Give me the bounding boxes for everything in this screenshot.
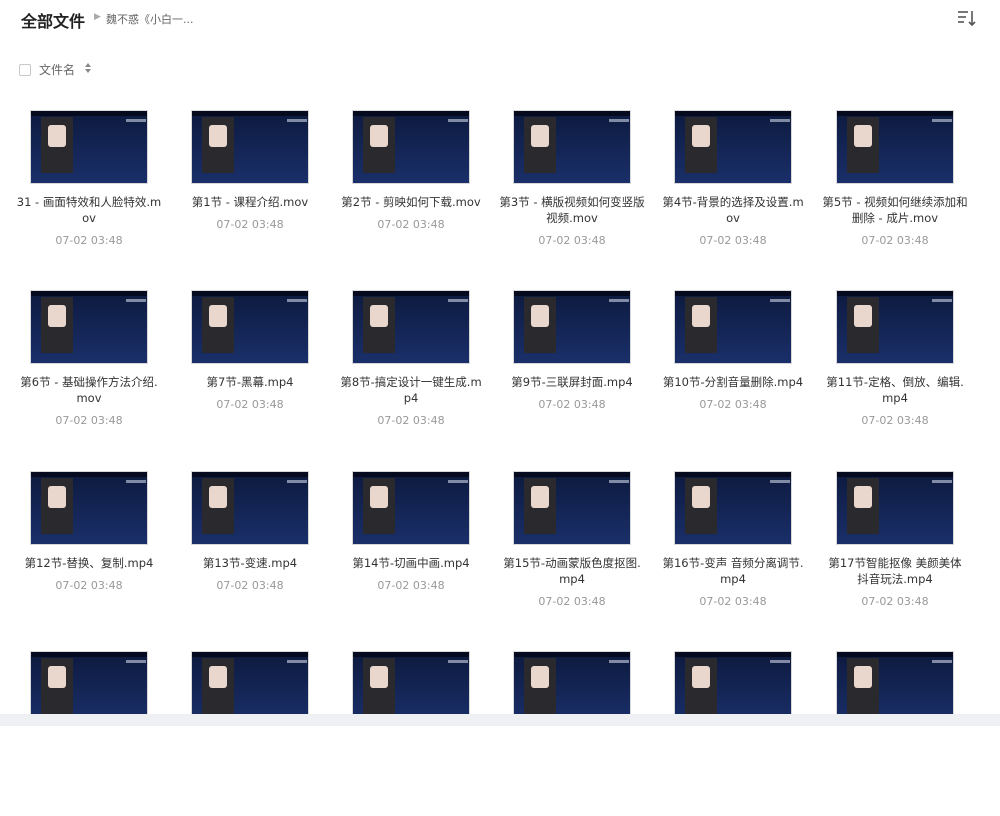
file-name[interactable]: 第6节 - 基础操作方法介绍.mov — [16, 374, 162, 406]
file-date: 07-02 03:48 — [216, 218, 284, 231]
file-name[interactable]: 第17节智能抠像 美颜美体 抖音玩法.mp4 — [822, 555, 968, 587]
file-name[interactable]: 31 - 画面特效和人脸特效.mov — [16, 194, 162, 226]
video-thumbnail[interactable] — [674, 290, 792, 364]
video-thumbnail[interactable] — [513, 471, 631, 545]
file-name[interactable]: 第5节 - 视频如何继续添加和删除 - 成片.mov — [822, 194, 968, 226]
file-item[interactable]: 31 - 画面特效和人脸特效.mov 07-02 03:48 — [16, 110, 166, 275]
video-thumbnail[interactable] — [30, 110, 148, 184]
file-item[interactable]: 第10节-分割音量删除.mp4 07-02 03:48 — [660, 290, 810, 455]
video-thumbnail[interactable] — [674, 471, 792, 545]
file-date: 07-02 03:48 — [377, 218, 445, 231]
video-thumbnail[interactable] — [836, 471, 954, 545]
file-date: 07-02 03:48 — [861, 234, 929, 247]
file-item[interactable]: 第11节-定格、倒放、编辑.mp4 07-02 03:48 — [822, 290, 972, 455]
file-item[interactable] — [499, 651, 649, 816]
file-item[interactable]: 第6节 - 基础操作方法介绍.mov 07-02 03:48 — [16, 290, 166, 455]
file-date: 07-02 03:48 — [216, 579, 284, 592]
file-item[interactable]: 第16节-变声 音频分离调节.mp4 07-02 03:48 — [660, 471, 810, 636]
video-thumbnail[interactable] — [191, 110, 309, 184]
bottom-scroll-area — [0, 714, 1000, 726]
file-date: 07-02 03:48 — [55, 414, 123, 427]
video-thumbnail[interactable] — [513, 110, 631, 184]
file-item[interactable]: 第1节 - 课程介绍.mov 07-02 03:48 — [177, 110, 327, 275]
video-thumbnail[interactable] — [191, 471, 309, 545]
video-thumbnail[interactable] — [513, 290, 631, 364]
file-date: 07-02 03:48 — [377, 579, 445, 592]
video-thumbnail[interactable] — [836, 110, 954, 184]
video-thumbnail[interactable] — [352, 471, 470, 545]
file-date: 07-02 03:48 — [861, 414, 929, 427]
file-item[interactable]: 第12节-替换、复制.mp4 07-02 03:48 — [16, 471, 166, 636]
file-date: 07-02 03:48 — [699, 234, 767, 247]
file-name[interactable]: 第4节-背景的选择及设置.mov — [660, 194, 806, 226]
file-date: 07-02 03:48 — [538, 398, 606, 411]
file-date: 07-02 03:48 — [538, 595, 606, 608]
file-name[interactable]: 第14节-切画中画.mp4 — [338, 555, 484, 571]
file-item[interactable] — [16, 651, 166, 816]
file-item[interactable]: 第8节-搞定设计一键生成.mp4 07-02 03:48 — [338, 290, 488, 455]
file-name[interactable]: 第15节-动画蒙版色度抠图.mp4 — [499, 555, 645, 587]
file-date: 07-02 03:48 — [699, 398, 767, 411]
file-item[interactable]: 第17节智能抠像 美颜美体 抖音玩法.mp4 07-02 03:48 — [822, 471, 972, 636]
file-item[interactable]: 第4节-背景的选择及设置.mov 07-02 03:48 — [660, 110, 810, 275]
file-date: 07-02 03:48 — [538, 234, 606, 247]
file-item[interactable]: 第5节 - 视频如何继续添加和删除 - 成片.mov 07-02 03:48 — [822, 110, 972, 275]
video-thumbnail[interactable] — [836, 290, 954, 364]
video-thumbnail[interactable] — [191, 290, 309, 364]
video-thumbnail[interactable] — [352, 110, 470, 184]
video-thumbnail[interactable] — [674, 110, 792, 184]
video-thumbnail[interactable] — [352, 290, 470, 364]
video-thumbnail[interactable] — [30, 290, 148, 364]
file-name[interactable]: 第3节 - 横版视频如何变竖版视频.mov — [499, 194, 645, 226]
file-name[interactable]: 第13节-变速.mp4 — [177, 555, 323, 571]
file-name[interactable]: 第11节-定格、倒放、编辑.mp4 — [822, 374, 968, 406]
file-name[interactable]: 第8节-搞定设计一键生成.mp4 — [338, 374, 484, 406]
video-thumbnail[interactable] — [30, 471, 148, 545]
file-item[interactable]: 第14节-切画中画.mp4 07-02 03:48 — [338, 471, 488, 636]
file-item[interactable]: 第13节-变速.mp4 07-02 03:48 — [177, 471, 327, 636]
file-date: 07-02 03:48 — [55, 579, 123, 592]
file-item[interactable] — [338, 651, 488, 816]
file-name[interactable]: 第2节 - 剪映如何下载.mov — [338, 194, 484, 210]
file-name[interactable]: 第7节-黑幕.mp4 — [177, 374, 323, 390]
file-item[interactable] — [822, 651, 972, 816]
file-item[interactable] — [177, 651, 327, 816]
file-grid: 31 - 画面特效和人脸特效.mov 07-02 03:48 第1节 - 课程介绍.… — [0, 0, 1000, 726]
file-name[interactable]: 第16节-变声 音频分离调节.mp4 — [660, 555, 806, 587]
file-name[interactable]: 第10节-分割音量删除.mp4 — [660, 374, 806, 390]
file-date: 07-02 03:48 — [377, 414, 445, 427]
file-item[interactable]: 第9节-三联屏封面.mp4 07-02 03:48 — [499, 290, 649, 455]
file-name[interactable]: 第1节 - 课程介绍.mov — [177, 194, 323, 210]
file-name[interactable]: 第12节-替换、复制.mp4 — [16, 555, 162, 571]
file-item[interactable]: 第7节-黑幕.mp4 07-02 03:48 — [177, 290, 327, 455]
file-item[interactable]: 第2节 - 剪映如何下载.mov 07-02 03:48 — [338, 110, 488, 275]
file-date: 07-02 03:48 — [861, 595, 929, 608]
file-item[interactable] — [660, 651, 810, 816]
file-item[interactable]: 第15节-动画蒙版色度抠图.mp4 07-02 03:48 — [499, 471, 649, 636]
file-date: 07-02 03:48 — [55, 234, 123, 247]
file-name[interactable]: 第9节-三联屏封面.mp4 — [499, 374, 645, 390]
file-date: 07-02 03:48 — [699, 595, 767, 608]
file-item[interactable]: 第3节 - 横版视频如何变竖版视频.mov 07-02 03:48 — [499, 110, 649, 275]
file-date: 07-02 03:48 — [216, 398, 284, 411]
